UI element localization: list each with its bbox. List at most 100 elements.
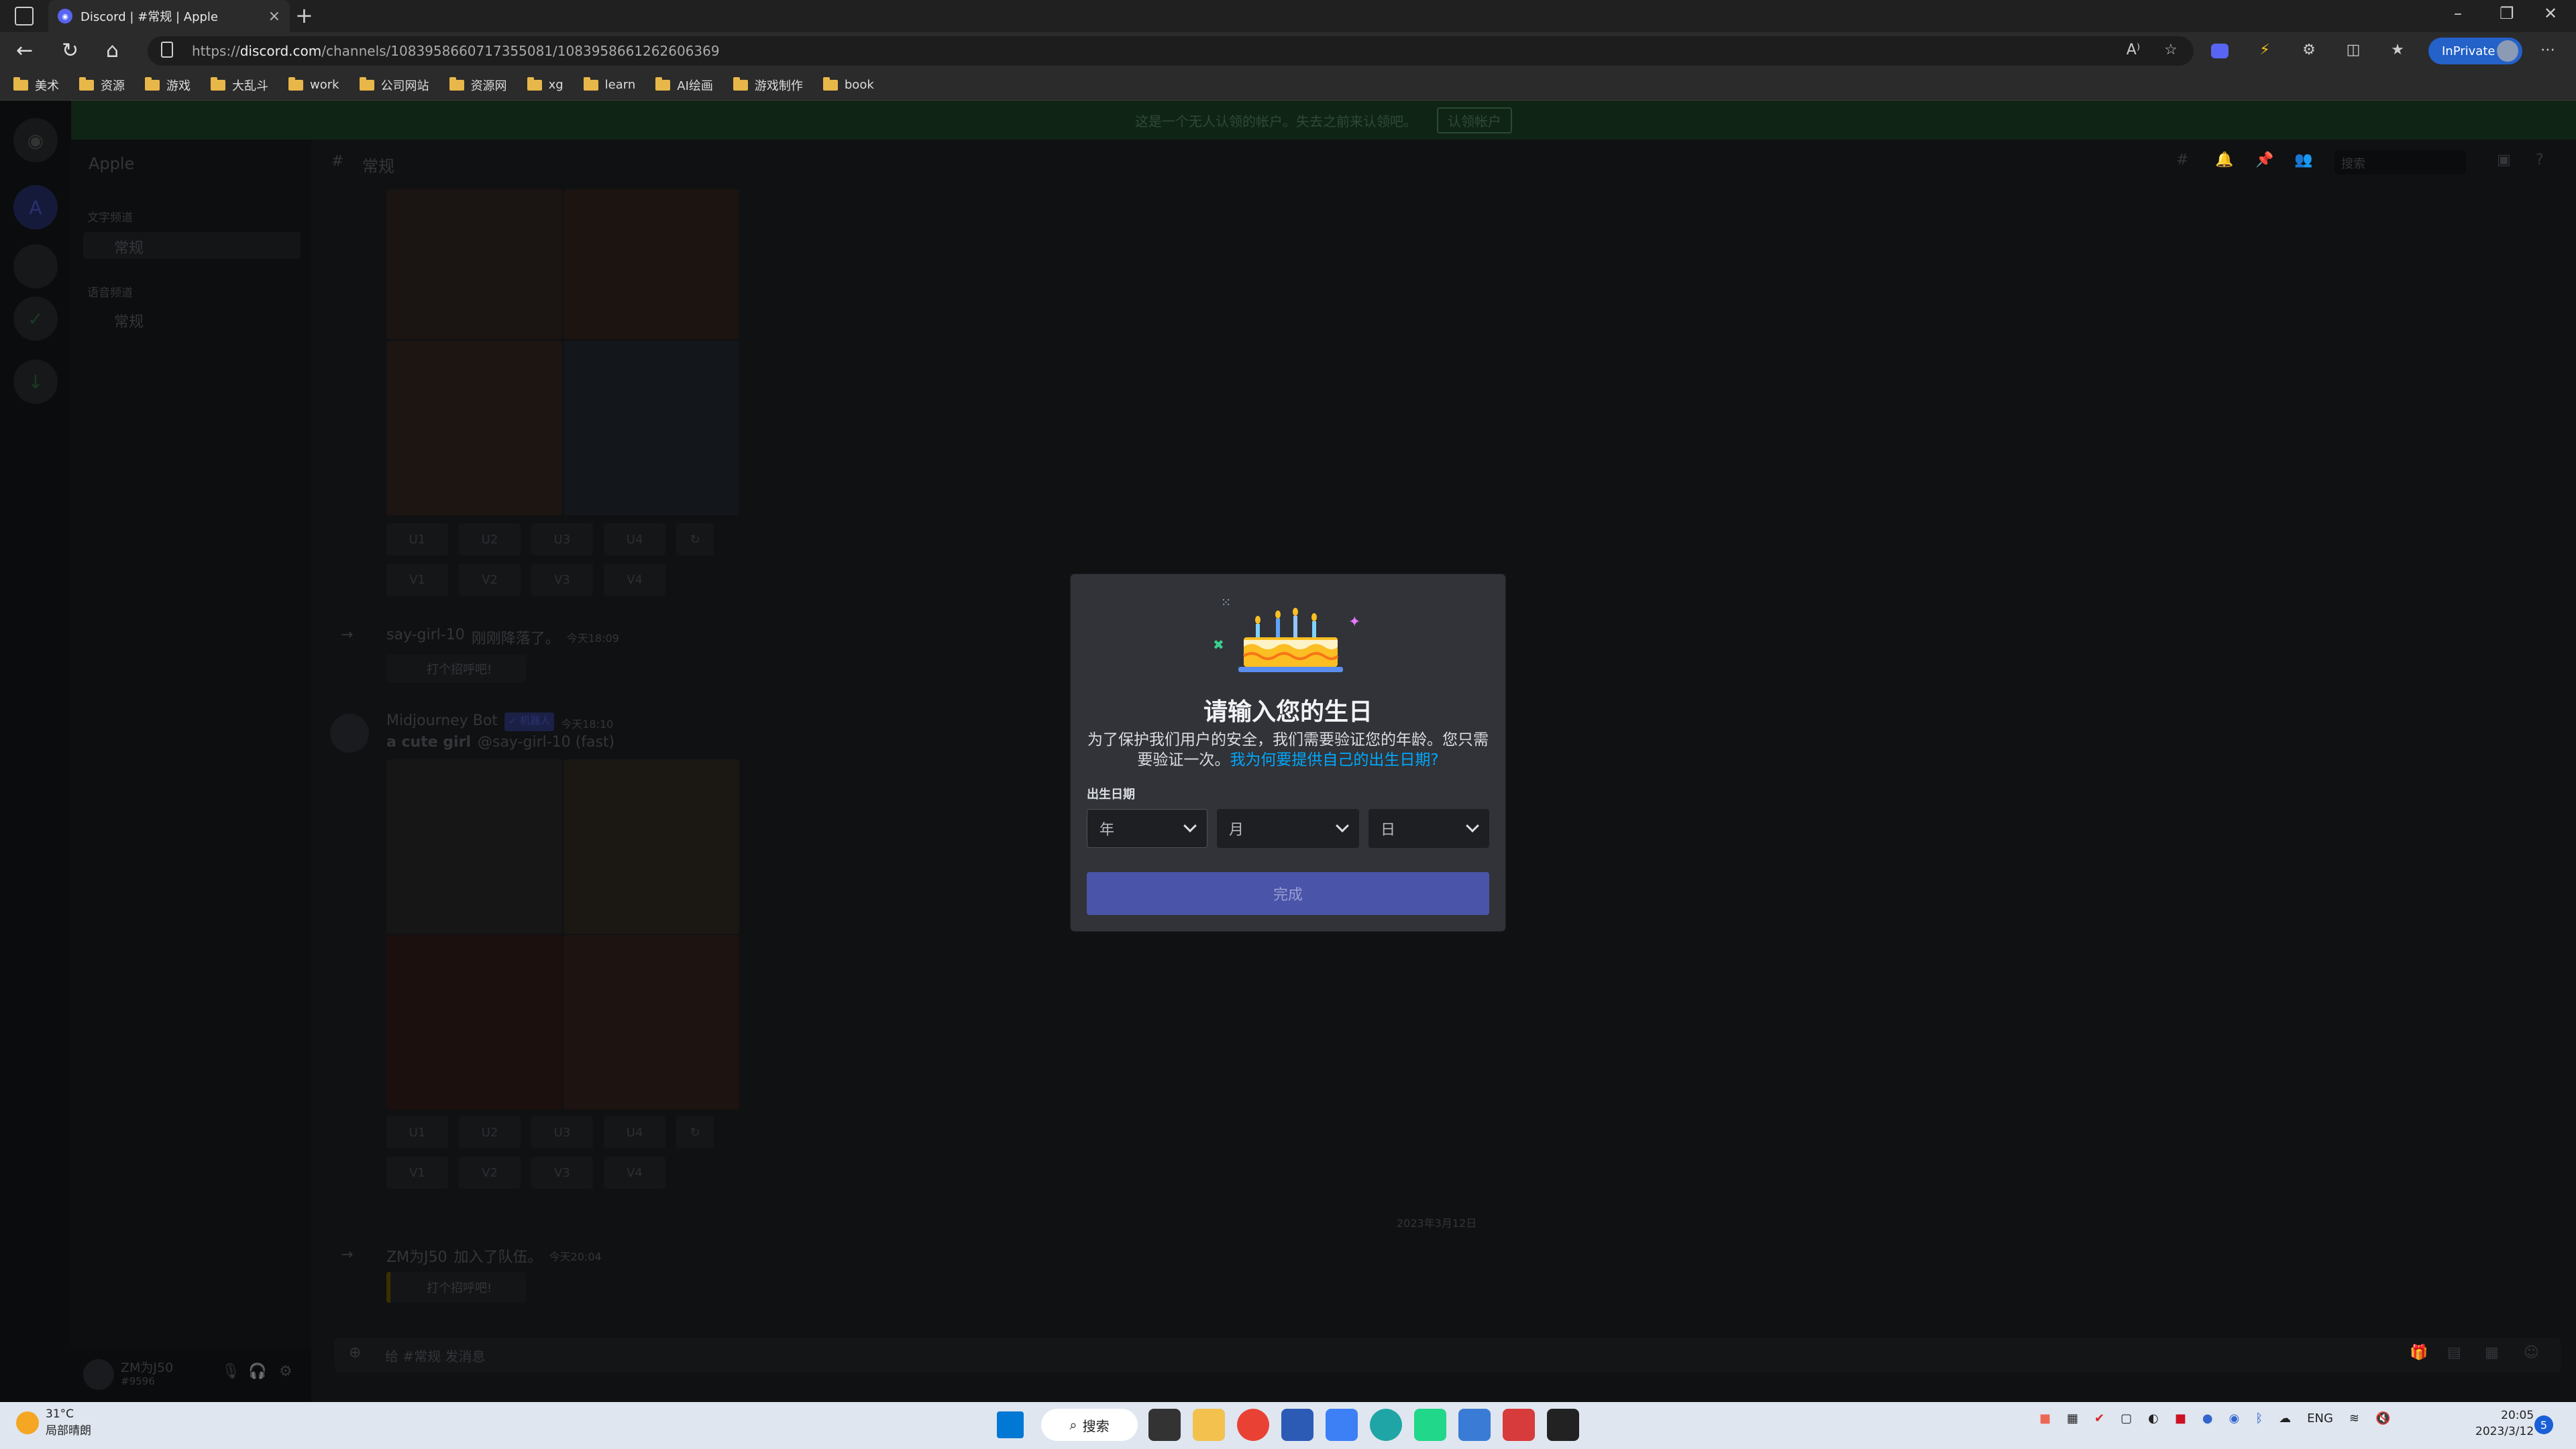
- read-aloud-icon[interactable]: A⁾: [2124, 42, 2143, 60]
- taskbar-search[interactable]: ⌕ 搜索: [1041, 1409, 1138, 1441]
- sticky-app-icon[interactable]: [1547, 1409, 1579, 1441]
- tray-app-icon[interactable]: ■: [2175, 1411, 2186, 1426]
- notepad-icon[interactable]: [1458, 1409, 1491, 1441]
- server-name[interactable]: Apple: [89, 154, 134, 173]
- discord-home-icon[interactable]: ◉: [13, 118, 58, 162]
- tab-actions-icon[interactable]: [15, 7, 34, 25]
- upscale-button-1[interactable]: U1: [386, 1116, 448, 1148]
- sticker-icon[interactable]: ▦: [2485, 1344, 2499, 1361]
- wave-button[interactable]: 打个招呼吧!: [386, 655, 526, 683]
- month-select[interactable]: 月: [1217, 809, 1359, 848]
- inprivate-badge[interactable]: InPrivate: [2428, 38, 2522, 64]
- reroll-icon[interactable]: ↻: [676, 523, 714, 555]
- wave-button[interactable]: 打个招呼吧!: [386, 1272, 526, 1303]
- download-apps-icon[interactable]: ↓: [13, 360, 58, 404]
- start-icon[interactable]: [997, 1411, 1024, 1438]
- bookmark-item[interactable]: 大乱斗: [211, 76, 268, 94]
- variation-button-3[interactable]: V3: [531, 564, 593, 596]
- variation-button-1[interactable]: V1: [386, 564, 448, 596]
- mute-icon[interactable]: 🎙: [221, 1363, 240, 1380]
- weather-widget[interactable]: 31°C 局部晴朗: [16, 1407, 91, 1438]
- help-icon[interactable]: ?: [2536, 152, 2544, 168]
- tab-discord[interactable]: ◉ Discord | #常规 | Apple ×: [48, 0, 290, 32]
- notification-badge[interactable]: 5: [2534, 1415, 2553, 1434]
- variation-button-4[interactable]: V4: [604, 1157, 665, 1189]
- generated-image[interactable]: [564, 759, 739, 934]
- bolt-extension-icon[interactable]: ⚡: [2255, 42, 2274, 60]
- bot-avatar[interactable]: [330, 714, 369, 753]
- tray-app-icon[interactable]: ▦: [2067, 1411, 2078, 1426]
- volume-muted-icon[interactable]: 🔇: [2375, 1411, 2390, 1426]
- close-tab-icon[interactable]: ×: [268, 8, 280, 25]
- member-list-icon[interactable]: 👥: [2294, 152, 2312, 168]
- bookmark-item[interactable]: 美术: [13, 76, 59, 94]
- tray-app-icon[interactable]: ☁: [2279, 1411, 2291, 1426]
- upscale-button-2[interactable]: U2: [459, 523, 521, 555]
- threads-icon[interactable]: #: [2176, 152, 2188, 168]
- bot-mention[interactable]: @say-girl-10 (fast): [478, 734, 614, 751]
- extensions-icon[interactable]: ⚙: [2300, 42, 2318, 60]
- tray-app-icon[interactable]: ■: [2039, 1411, 2051, 1426]
- refresh-icon[interactable]: ↻: [62, 39, 78, 62]
- year-select[interactable]: 年: [1087, 809, 1208, 848]
- bookmark-item[interactable]: 资源: [79, 76, 125, 94]
- new-tab-button[interactable]: +: [295, 3, 313, 28]
- user-settings-icon[interactable]: ⚙: [279, 1363, 292, 1380]
- gif-icon[interactable]: ▤: [2447, 1344, 2461, 1361]
- clock[interactable]: 20:05 2023/3/12: [2475, 1407, 2534, 1440]
- bookmark-item[interactable]: xg: [527, 76, 564, 92]
- upscale-button-3[interactable]: U3: [531, 523, 593, 555]
- deafen-icon[interactable]: 🎧: [248, 1363, 266, 1380]
- wps-icon[interactable]: [1503, 1409, 1535, 1441]
- done-button[interactable]: 完成: [1087, 872, 1489, 915]
- user-avatar[interactable]: [83, 1359, 114, 1390]
- bookmark-item[interactable]: book: [822, 76, 874, 92]
- app-icon[interactable]: [1326, 1409, 1358, 1441]
- attach-icon[interactable]: ⊕: [349, 1344, 361, 1361]
- wifi-icon[interactable]: ≋: [2349, 1411, 2359, 1426]
- tray-app-icon[interactable]: ✔: [2094, 1411, 2104, 1426]
- notification-bell-icon[interactable]: 🔔: [2215, 152, 2233, 168]
- tray-app-icon[interactable]: ●: [2202, 1411, 2213, 1426]
- bot-name[interactable]: Midjourney Bot: [386, 712, 498, 731]
- channel-item-general[interactable]: 常规: [83, 232, 301, 259]
- favorite-add-icon[interactable]: ☆: [2161, 42, 2180, 60]
- home-icon[interactable]: ⌂: [106, 39, 119, 62]
- day-select[interactable]: 日: [1368, 809, 1489, 848]
- store-icon[interactable]: [1281, 1409, 1313, 1441]
- upscale-button-1[interactable]: U1: [386, 523, 448, 555]
- address-bar[interactable]: https://discord.com/channels/10839586607…: [148, 36, 2194, 66]
- reroll-icon[interactable]: ↻: [676, 1116, 714, 1148]
- tray-app-icon[interactable]: ◐: [2148, 1411, 2159, 1426]
- upscale-button-4[interactable]: U4: [604, 523, 665, 555]
- tray-app-icon[interactable]: ◉: [2229, 1411, 2240, 1426]
- tray-app-icon[interactable]: ▢: [2121, 1411, 2132, 1426]
- restore-icon[interactable]: ❐: [2500, 4, 2514, 23]
- gift-icon[interactable]: 🎁: [2410, 1344, 2428, 1361]
- bookmark-item[interactable]: learn: [583, 76, 635, 92]
- server-icon[interactable]: [13, 244, 58, 288]
- task-view-icon[interactable]: [1148, 1409, 1181, 1441]
- emoji-icon[interactable]: ☺: [2524, 1344, 2539, 1361]
- bookmark-item[interactable]: 公司网站: [359, 76, 429, 94]
- server-apple-icon[interactable]: A: [13, 185, 58, 229]
- generated-image[interactable]: [386, 341, 562, 515]
- explore-servers-icon[interactable]: ✓: [13, 297, 58, 341]
- inbox-icon[interactable]: ▣: [2497, 152, 2511, 168]
- generated-image[interactable]: [564, 341, 739, 515]
- variation-button-4[interactable]: V4: [604, 564, 665, 596]
- join-user[interactable]: say-girl-10: [386, 627, 465, 648]
- split-screen-icon[interactable]: ◫: [2344, 42, 2363, 60]
- bookmark-item[interactable]: AI绘画: [655, 76, 713, 94]
- message-composer[interactable]: ⊕ 给 #常规 发消息 🎁 ▤ ▦ ☺: [334, 1338, 2561, 1373]
- generated-image[interactable]: [386, 935, 562, 1110]
- back-icon[interactable]: ←: [16, 39, 33, 62]
- claim-account-button[interactable]: 认领帐户: [1437, 107, 1512, 133]
- chrome-icon[interactable]: [1237, 1409, 1269, 1441]
- why-birthday-link[interactable]: 我为何要提供自己的出生日期?: [1230, 751, 1438, 769]
- pycharm-icon[interactable]: [1414, 1409, 1446, 1441]
- favorites-icon[interactable]: ★: [2388, 42, 2407, 60]
- lock-icon[interactable]: [161, 42, 173, 58]
- file-explorer-icon[interactable]: [1193, 1409, 1225, 1441]
- voice-channels-header[interactable]: 语音频道: [87, 283, 133, 300]
